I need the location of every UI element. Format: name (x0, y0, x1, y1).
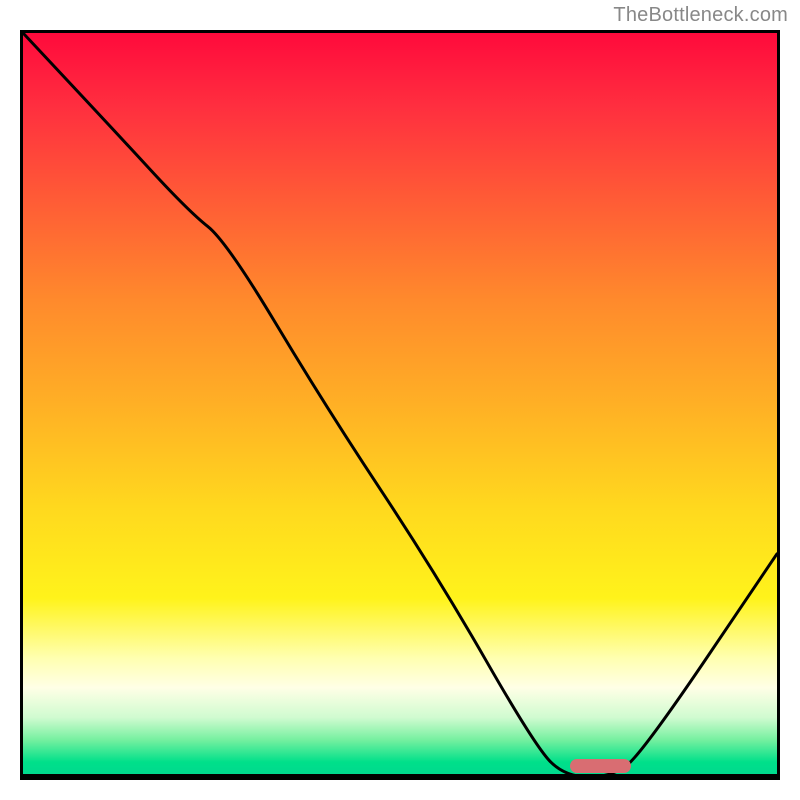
bottleneck-curve (23, 33, 777, 777)
watermark-text: TheBottleneck.com (613, 4, 788, 27)
x-axis-line (23, 774, 777, 777)
optimal-range-marker (570, 759, 631, 773)
plot-frame (20, 30, 780, 780)
chart-container: TheBottleneck.com (0, 0, 800, 800)
